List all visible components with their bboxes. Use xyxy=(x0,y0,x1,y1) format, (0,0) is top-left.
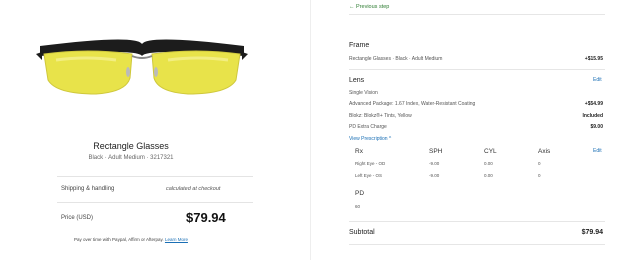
lens-heading: Lens xyxy=(349,77,365,84)
rx-cell: 0 xyxy=(538,161,541,166)
divider xyxy=(349,244,605,245)
lens-row-label: Blokz: Blokz®+ Tints, Yellow xyxy=(349,113,412,119)
previous-step-label: Previous step xyxy=(356,4,390,10)
prescription-edit-link[interactable]: Edit xyxy=(593,148,602,154)
lens-row-price: $9.00 xyxy=(590,124,603,130)
divider xyxy=(349,221,605,222)
rx-header-sph: SPH xyxy=(429,148,443,155)
product-panel: Rectangle Glasses Black · Adult Medium ·… xyxy=(0,0,262,260)
learn-more-link[interactable]: Learn More xyxy=(165,237,188,242)
rx-header-cyl: CYL xyxy=(484,148,497,155)
lens-edit-link[interactable]: Edit xyxy=(593,77,602,83)
frame-item: Rectangle Glasses · Black · Adult Medium xyxy=(349,56,443,62)
rx-cell: 0 xyxy=(538,173,541,178)
order-summary-panel: ← Previous step Frame Rectangle Glasses … xyxy=(310,0,640,260)
pd-value: 60 xyxy=(355,204,361,209)
lens-row-price: Included xyxy=(582,113,603,119)
subtotal-value: $79.94 xyxy=(581,229,603,236)
frame-heading: Frame xyxy=(349,42,370,49)
rx-cell: 0.00 xyxy=(484,161,493,166)
lens-row-price: +$54.99 xyxy=(584,101,603,107)
frame-price: +$15.95 xyxy=(584,56,603,62)
product-sku-line: Black · Adult Medium · 3217321 xyxy=(88,155,174,161)
glasses-product-image xyxy=(36,39,248,95)
lens-row-label: Advanced Package: 1.67 Index, Water-Resi… xyxy=(349,101,476,107)
view-prescription-toggle[interactable]: View Prescription ^ xyxy=(349,136,391,142)
divider xyxy=(57,176,253,177)
divider xyxy=(57,202,253,203)
previous-step-link[interactable]: ← Previous step xyxy=(349,4,389,10)
rx-cell: -9.00 xyxy=(429,161,440,166)
rx-cell: -9.00 xyxy=(429,173,440,178)
rx-header-rx: Rx xyxy=(355,148,363,155)
subtotal-label: Subtotal xyxy=(349,229,375,236)
rx-header-axis: Axis xyxy=(538,148,551,155)
shipping-label: Shipping & handling xyxy=(61,186,115,192)
lens-row-label: PD Extra Charge xyxy=(349,124,387,130)
pay-note-text: Pay over time with Paypal, Affirm or Aft… xyxy=(74,237,164,242)
view-prescription-label: View Prescription ^ xyxy=(349,136,392,142)
price-label: Price (USD) xyxy=(61,215,94,221)
pd-label: PD xyxy=(355,190,365,197)
product-title: Rectangle Glasses xyxy=(93,141,169,151)
divider xyxy=(349,69,605,70)
lens-row-label: Single Vision xyxy=(349,90,378,96)
divider xyxy=(349,14,605,15)
shipping-value: calculated at checkout xyxy=(166,186,221,192)
price-value: $79.94 xyxy=(186,210,226,225)
rx-cell: Right Eye - OD xyxy=(355,161,386,166)
rx-cell: 0.00 xyxy=(484,173,493,178)
pay-over-time-note: Pay over time with Paypal, Affirm or Aft… xyxy=(0,237,262,242)
arrow-left-icon: ← xyxy=(349,4,355,10)
rx-cell: Left Eye - OS xyxy=(355,173,383,178)
